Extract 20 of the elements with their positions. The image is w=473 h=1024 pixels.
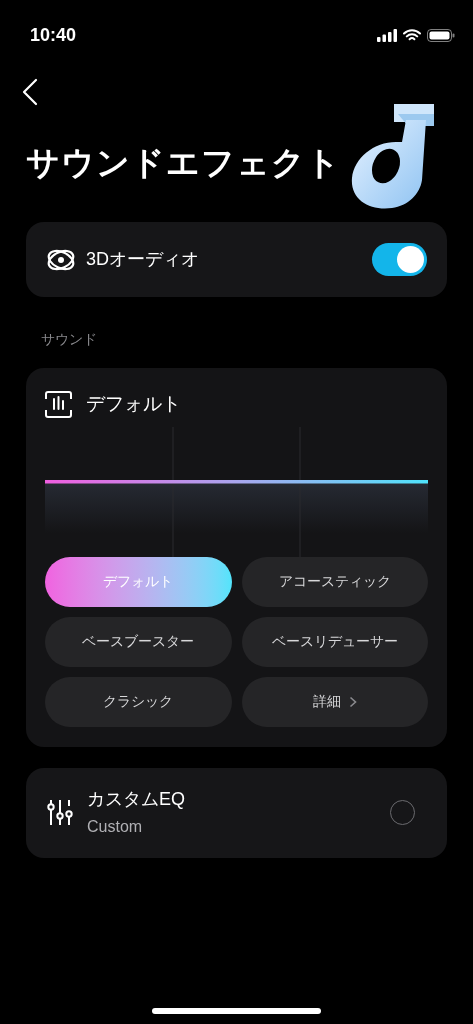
equalizer-icon <box>45 390 72 418</box>
preset-button[interactable]: 詳細 <box>241 676 428 727</box>
toggle-switch[interactable] <box>372 243 427 276</box>
section-label: サウンド <box>41 330 98 349</box>
status-time: 10:40 <box>30 23 77 47</box>
wifi-icon <box>403 28 421 42</box>
preset-title: デフォルト <box>86 392 181 416</box>
audio-3d-label: 3Dオーディオ <box>86 248 200 271</box>
signal-icon <box>377 28 397 42</box>
sliders-icon <box>47 799 74 826</box>
page-title: サウンドエフェクト <box>26 143 341 183</box>
preset-button[interactable]: クラシック <box>45 676 232 727</box>
preset-button[interactable]: アコースティック <box>241 556 428 607</box>
preset-button[interactable]: ベースリデューサー <box>241 616 428 667</box>
battery-icon <box>427 28 455 42</box>
chevron-icon <box>348 695 357 708</box>
custom-eq-subtitle: Custom <box>87 817 144 837</box>
custom-eq-title: カスタムEQ <box>87 788 186 811</box>
preset-button[interactable]: ベースブースター <box>45 616 232 667</box>
back-icon <box>22 78 38 106</box>
